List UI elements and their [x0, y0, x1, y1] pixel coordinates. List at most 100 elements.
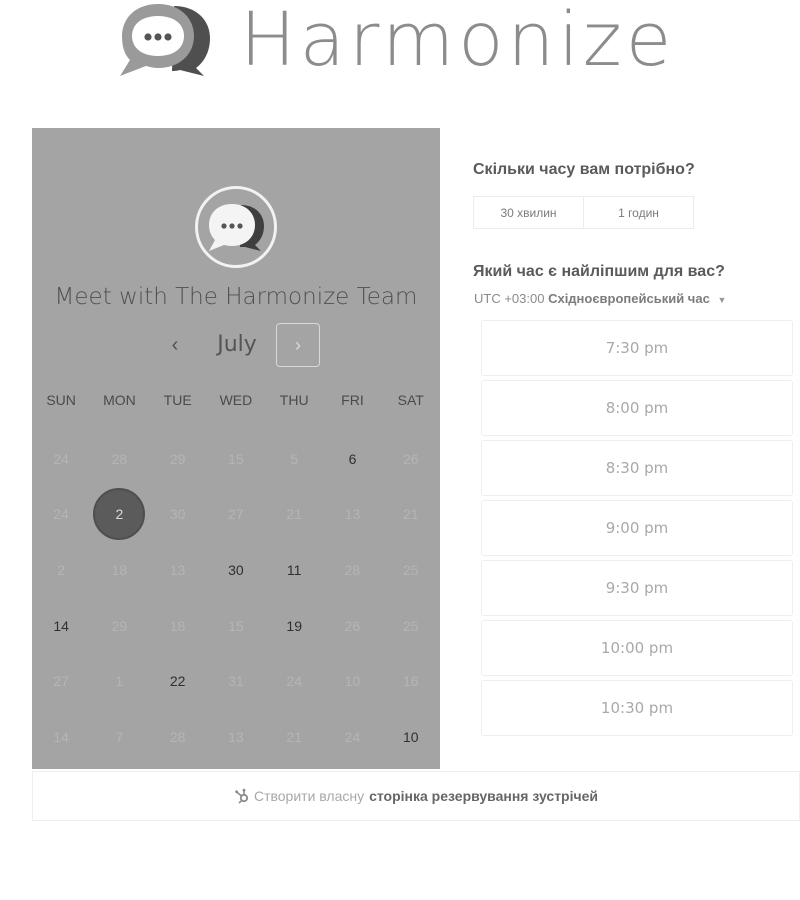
- calendar-day: 1: [90, 653, 148, 709]
- calendar-day: 26: [323, 598, 381, 654]
- calendar-day: 16: [382, 653, 440, 709]
- calendar-day-number: 15: [228, 617, 244, 634]
- calendar-day-number: 21: [402, 506, 419, 523]
- calendar-day: 15: [207, 431, 265, 487]
- calendar-day[interactable]: 14: [32, 598, 90, 654]
- calendar-day-number: 13: [344, 506, 361, 523]
- brand-logo: Harmonize: [118, 0, 768, 80]
- timezone-name: Східноєвропейський час: [548, 291, 710, 306]
- chat-bubble-icon: [118, 2, 210, 78]
- calendar-day: 10: [323, 653, 381, 709]
- chevron-left-icon: ‹: [171, 333, 179, 356]
- weekday-label: SAT: [397, 392, 424, 408]
- meeting-title: Meet with The Harmonize Team: [54, 284, 418, 310]
- time-slot-list: 7:30 pm 8:00 pm 8:30 pm 9:00 pm 9:30 pm …: [481, 320, 793, 740]
- calendar-day-number: 13: [228, 728, 244, 745]
- time-slot-button[interactable]: 8:30 pm: [481, 440, 793, 496]
- calendar-day-number: 10: [344, 673, 361, 690]
- duration-selector: 30 хвилин 1 годин: [473, 196, 694, 229]
- calendar-day-number: 14: [53, 728, 69, 745]
- calendar-day-number: 24: [286, 673, 302, 690]
- calendar-week-row: 24 2 30 27 21 13 21: [32, 487, 440, 543]
- calendar-day[interactable]: 22: [149, 653, 207, 709]
- weekday-label: MON: [103, 392, 136, 408]
- calendar-day: 28: [323, 542, 381, 598]
- next-month-button[interactable]: ›: [276, 323, 320, 367]
- calendar-day-number: 1: [115, 673, 124, 690]
- weekday-label: FRI: [341, 392, 364, 408]
- calendar-day: 25: [382, 542, 440, 598]
- weekday-label: TUE: [163, 392, 192, 408]
- calendar-day-number: 10: [402, 728, 419, 745]
- footer: Створити власну сторінка резервування зу…: [32, 771, 800, 821]
- calendar-day: 13: [207, 709, 265, 765]
- calendar-day: 28: [90, 431, 148, 487]
- calendar-day-number: 25: [402, 617, 419, 634]
- calendar-day: 27: [32, 653, 90, 709]
- calendar-week-row: 27 1 22 31 24 10 16: [32, 653, 440, 709]
- time-slot-button[interactable]: 9:30 pm: [481, 560, 793, 616]
- calendar-day-number: 15: [228, 450, 244, 467]
- calendar-day[interactable]: 10: [382, 709, 440, 765]
- calendar-day: 2: [32, 542, 90, 598]
- duration-1hour-button[interactable]: 1 годин: [583, 197, 693, 228]
- prev-month-button[interactable]: ‹: [160, 323, 190, 367]
- calendar-day: 24: [32, 487, 90, 543]
- calendar-day-number: 31: [228, 673, 244, 690]
- calendar-day: 25: [382, 598, 440, 654]
- calendar-day-grid: 24 28 29 15 5 6 26 24 2 30 27 21 13 21 2 18 13 30 11 28 25 14…: [32, 431, 440, 765]
- calendar-day-number: 16: [402, 673, 419, 690]
- time-slot-button[interactable]: 10:00 pm: [481, 620, 793, 676]
- footer-text: Створити власну: [253, 788, 365, 804]
- calendar-day: 18: [149, 598, 207, 654]
- calendar-day-number: 30: [228, 561, 244, 578]
- calendar-day[interactable]: 19: [265, 598, 323, 654]
- calendar-day[interactable]: 11: [265, 542, 323, 598]
- calendar-day-number: 2: [57, 561, 66, 578]
- month-label: July: [217, 332, 257, 357]
- calendar-day-number: 13: [169, 561, 186, 578]
- calendar-day: 21: [265, 709, 323, 765]
- calendar-day[interactable]: 6: [323, 431, 381, 487]
- calendar-day-number: 27: [53, 673, 69, 690]
- calendar-day-number: 25: [402, 561, 419, 578]
- calendar-day-number: 19: [286, 617, 302, 634]
- time-slot-button[interactable]: 10:30 pm: [481, 680, 793, 736]
- calendar-day-number: 24: [344, 728, 361, 745]
- duration-heading: Скільки часу вам потрібно?: [473, 161, 695, 178]
- month-navigation: ‹ July ›: [32, 323, 440, 367]
- calendar-day: 13: [323, 487, 381, 543]
- calendar-day-number: 28: [169, 728, 186, 745]
- calendar-day-number: 7: [115, 728, 124, 745]
- brand-name: Harmonize: [240, 0, 676, 83]
- footer-link-text: сторінка резервування зустрічей: [369, 788, 599, 804]
- avatar: [195, 186, 277, 268]
- timezone-selector[interactable]: UTC +03:00 Східноєвропейський час ▼: [474, 291, 726, 306]
- calendar-day: 29: [90, 598, 148, 654]
- calendar-day: 24: [265, 653, 323, 709]
- time-slot-button[interactable]: 9:00 pm: [481, 500, 793, 556]
- calendar-day: 24: [32, 431, 90, 487]
- calendar-day: 7: [90, 709, 148, 765]
- calendar-week-row: 14 7 28 13 21 24 10: [32, 709, 440, 765]
- calendar-day-number: 22: [169, 673, 186, 690]
- calendar-day[interactable]: 30: [207, 542, 265, 598]
- calendar-day-number: 21: [286, 728, 302, 745]
- calendar-day-number: 14: [53, 617, 69, 634]
- calendar-day-number: 2: [93, 488, 146, 541]
- weekday-label: SUN: [46, 392, 76, 408]
- calendar-day: 28: [149, 709, 207, 765]
- calendar-day-selected[interactable]: 2: [90, 487, 148, 543]
- time-slot-button[interactable]: 8:00 pm: [481, 380, 793, 436]
- calendar-day-number: 26: [402, 450, 419, 467]
- create-booking-page-link[interactable]: Створити власну сторінка резервування зу…: [234, 788, 598, 804]
- calendar-day: 26: [382, 431, 440, 487]
- duration-30min-button[interactable]: 30 хвилин: [474, 197, 583, 228]
- calendar-week-row: 24 28 29 15 5 6 26: [32, 431, 440, 487]
- calendar-day-number: 30: [169, 506, 186, 523]
- chat-bubble-icon: [209, 204, 264, 251]
- time-slot-button[interactable]: 7:30 pm: [481, 320, 793, 376]
- calendar-day: 13: [149, 542, 207, 598]
- calendar-day-number: 29: [169, 450, 186, 467]
- calendar-day-number: 29: [111, 617, 128, 634]
